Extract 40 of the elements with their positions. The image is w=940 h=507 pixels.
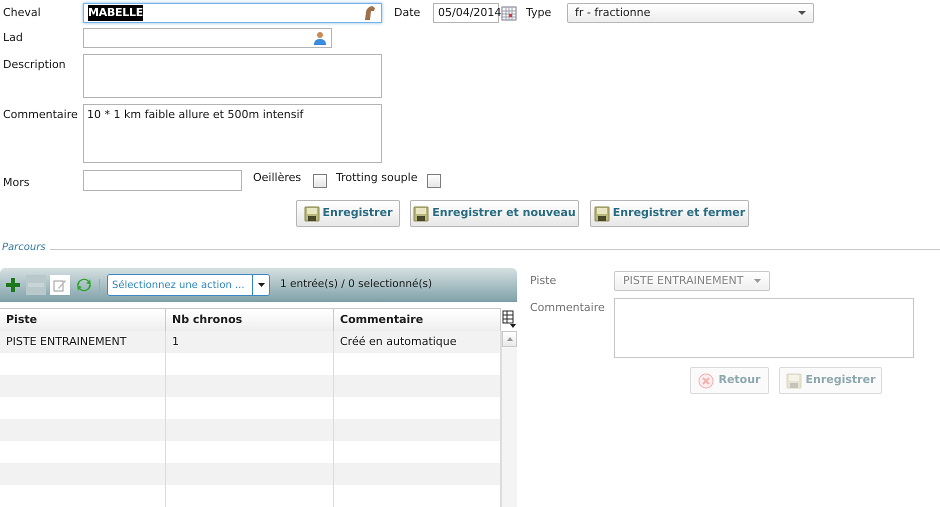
field-label: Commentaire	[2, 107, 79, 123]
section-title: Parcours	[1, 241, 47, 255]
field-label: Description	[2, 57, 67, 73]
horse-input-field[interactable]: MABELLE	[83, 3, 382, 23]
field-label: Date	[394, 4, 422, 21]
calendar-icon[interactable]	[501, 5, 517, 21]
field-label: Piste	[530, 272, 558, 289]
lad-input-field[interactable]	[83, 28, 332, 48]
field-label: Lad	[2, 30, 24, 46]
type-dropdown[interactable]: fr - fractionne	[567, 3, 814, 23]
record-count: 1 entrée(s) / 0 selectionné(s)	[280, 277, 432, 292]
caret-icon	[798, 11, 806, 15]
action-dropdown[interactable]: Sélectionnez une action ...	[107, 274, 270, 296]
checkbox[interactable]	[313, 174, 327, 188]
scrollbar[interactable]	[501, 331, 517, 507]
add-icon[interactable]	[4, 276, 22, 294]
checkbox[interactable]	[427, 174, 441, 188]
edit-button[interactable]	[50, 275, 70, 295]
field-label: Oeillères	[253, 170, 302, 186]
mors-input-field[interactable]	[83, 170, 242, 191]
refresh-icon[interactable]	[76, 277, 92, 293]
save-button[interactable]: Enregistrer et nouveau	[410, 200, 579, 227]
comment-text-area[interactable]: 10 * 1 km faible allure et 500m intensif	[83, 104, 382, 163]
field-label: Mors	[2, 175, 30, 192]
save-button[interactable]: Enregistrer et fermer	[590, 200, 749, 227]
save-button[interactable]: Enregistrer	[296, 200, 400, 227]
field-label: Cheval	[2, 4, 42, 21]
close-icon	[698, 372, 714, 388]
caret-icon	[754, 279, 761, 283]
comment-text-area[interactable]	[614, 298, 914, 358]
field-value: MABELLE	[88, 4, 143, 22]
description-text-area[interactable]	[83, 54, 382, 98]
up-arrow-icon	[506, 337, 512, 341]
date-input-field[interactable]: 05/04/2014	[433, 3, 499, 23]
field-label: Type	[526, 4, 552, 21]
field-label: Commentaire	[530, 300, 606, 316]
field-label: Trotting souple	[336, 170, 418, 186]
caret-icon	[258, 283, 264, 287]
person-icon	[313, 31, 327, 45]
pencil-on-paper-icon	[53, 278, 67, 292]
